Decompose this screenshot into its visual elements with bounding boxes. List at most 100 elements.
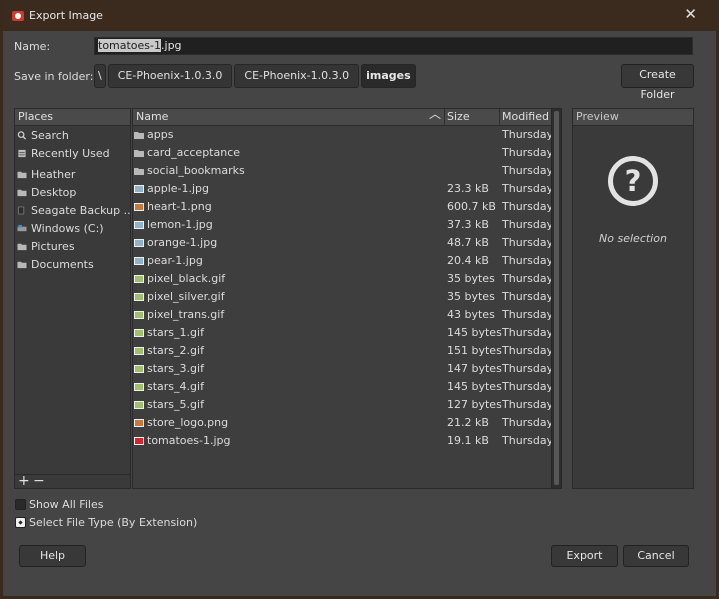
gif-file-icon	[134, 293, 144, 301]
file-modified: Thursday	[502, 200, 554, 213]
file-name: pixel_silver.gif	[147, 290, 225, 303]
file-size: 35 bytes	[447, 272, 495, 285]
file-modified: Thursday	[502, 236, 554, 249]
file-name: social_bookmarks	[147, 164, 245, 177]
file-row[interactable]: stars_3.gif 147 bytes Thursday	[133, 360, 553, 378]
remove-bookmark-button[interactable]: −	[33, 473, 45, 489]
search-icon	[17, 130, 27, 140]
place-heather[interactable]: Heather	[15, 165, 130, 183]
png-file-icon	[134, 203, 144, 211]
file-row[interactable]: stars_4.gif 145 bytes Thursday	[133, 378, 554, 396]
file-row[interactable]: pixel_silver.gif 35 bytes Thursday	[133, 288, 553, 306]
cancel-button[interactable]: Cancel	[623, 545, 689, 567]
place-pictures[interactable]: Pictures	[15, 237, 130, 255]
places-footer: + −	[15, 473, 130, 489]
file-modified: Thursday	[502, 218, 554, 231]
file-name: store_logo.png	[147, 416, 229, 429]
place-label: Heather	[31, 167, 76, 181]
file-size: 151 bytes	[447, 344, 502, 357]
place-documents[interactable]: Documents	[15, 255, 130, 273]
name-label: Name:	[14, 40, 51, 53]
export-button[interactable]: Export	[551, 545, 618, 567]
scrollbar-thumb[interactable]	[554, 111, 559, 485]
column-divider	[499, 109, 500, 126]
place-label: Pictures	[31, 239, 75, 253]
select-file-type-label[interactable]: Select File Type (By Extension)	[29, 516, 197, 529]
close-icon[interactable]: ✕	[684, 7, 697, 22]
breadcrumb-current[interactable]: images	[361, 64, 416, 88]
file-name: pixel_trans.gif	[147, 308, 225, 321]
file-name: stars_3.gif	[147, 362, 204, 375]
file-size: 19.1 kB	[447, 434, 489, 447]
place-desktop[interactable]: Desktop	[15, 183, 130, 201]
file-size: 20.4 kB	[447, 254, 489, 267]
file-modified: Thursday	[502, 416, 554, 429]
desktop-folder-icon	[17, 189, 27, 196]
folder-icon	[134, 132, 144, 139]
place-recently-used[interactable]: Recently Used	[15, 144, 130, 162]
file-row[interactable]: stars_2.gif 151 bytes Thursday	[133, 342, 553, 360]
file-row[interactable]: apple-1.jpg 23.3 kB Thursday	[133, 180, 553, 198]
file-row[interactable]: heart-1.png 600.7 kB Thursday	[133, 198, 554, 216]
file-row[interactable]: lemon-1.jpg 37.3 kB Thursday	[133, 216, 554, 234]
file-list-scrollbar[interactable]	[551, 108, 562, 489]
create-folder-button[interactable]: Create Folder	[621, 64, 694, 101]
place-label: Recently Used	[31, 146, 110, 160]
column-modified[interactable]: Modified	[502, 109, 549, 125]
file-row[interactable]: pear-1.jpg 20.4 kB Thursday	[133, 252, 553, 270]
file-name: tomatoes-1.jpg	[147, 434, 231, 447]
file-row[interactable]: stars_1.gif 145 bytes Thursday	[133, 324, 554, 342]
gif-file-icon	[134, 311, 144, 319]
file-row[interactable]: pixel_trans.gif 43 bytes Thursday	[133, 306, 553, 324]
gif-file-icon	[134, 401, 144, 409]
column-size[interactable]: Size	[447, 109, 470, 125]
file-name: pear-1.jpg	[147, 254, 203, 267]
file-row[interactable]: pixel_black.gif 35 bytes Thursday	[133, 270, 553, 288]
file-size: 145 bytes	[447, 326, 502, 339]
file-name-extension: .jpg	[161, 39, 182, 52]
folder-icon	[134, 150, 144, 157]
select-file-type-expander[interactable]	[15, 517, 26, 528]
column-name[interactable]: Name	[136, 109, 168, 125]
add-bookmark-button[interactable]: +	[18, 473, 30, 489]
file-row[interactable]: orange-1.jpg 48.7 kB Thursday	[133, 234, 554, 252]
breadcrumb-item[interactable]: CE-Phoenix-1.0.3.0	[107, 64, 233, 88]
file-row[interactable]: card_acceptance Thursday	[133, 144, 553, 162]
file-row[interactable]: social_bookmarks Thursday	[133, 162, 554, 180]
place-label: Windows (C:)	[31, 221, 104, 235]
place-windows-c[interactable]: Windows (C:)	[15, 219, 130, 237]
file-name: pixel_black.gif	[147, 272, 226, 285]
show-all-files-checkbox[interactable]	[15, 499, 26, 510]
sort-ascending-icon[interactable]: ︿	[429, 106, 441, 122]
show-all-files-label[interactable]: Show All Files	[29, 498, 103, 511]
gif-file-icon	[134, 329, 144, 337]
folder-icon	[134, 168, 144, 175]
file-modified: Thursday	[502, 380, 554, 393]
breadcrumb-root[interactable]: \	[94, 64, 106, 88]
file-size: 48.7 kB	[447, 236, 489, 249]
png-file-icon	[134, 419, 144, 427]
help-button[interactable]: Help	[19, 545, 86, 567]
file-modified: Thursday	[502, 164, 554, 177]
place-label: Desktop	[31, 185, 77, 199]
image-file-icon	[134, 185, 144, 193]
places-panel: Places Search Recently Used Heather Desk…	[14, 108, 131, 489]
place-search[interactable]: Search	[15, 126, 130, 144]
file-size: 37.3 kB	[447, 218, 489, 231]
file-size: 43 bytes	[447, 308, 495, 321]
preview-panel: Preview ? No selection	[572, 108, 694, 489]
breadcrumb-item[interactable]: CE-Phoenix-1.0.3.0	[234, 64, 360, 88]
file-size: 600.7 kB	[447, 200, 496, 213]
file-row[interactable]: store_logo.png 21.2 kB Thursday	[133, 414, 554, 432]
file-list: Name ︿ Size Modified apps Thursday card_ac…	[132, 106, 554, 489]
file-name: heart-1.png	[147, 200, 212, 213]
file-rows: apps Thursday card_acceptance Thursday socia…	[133, 126, 554, 450]
file-name-input[interactable]: tomatoes-1.jpg	[94, 37, 693, 55]
file-row[interactable]: apps Thursday	[133, 126, 553, 144]
file-size: 145 bytes	[447, 380, 502, 393]
file-row[interactable]: tomatoes-1.jpg 19.1 kB Thursday	[133, 432, 553, 450]
file-row[interactable]: stars_5.gif 127 bytes Thursday	[133, 396, 553, 414]
place-seagate-backup[interactable]: Seagate Backup ...	[15, 201, 130, 219]
file-modified: Thursday	[502, 326, 554, 339]
file-name: stars_5.gif	[147, 398, 204, 411]
